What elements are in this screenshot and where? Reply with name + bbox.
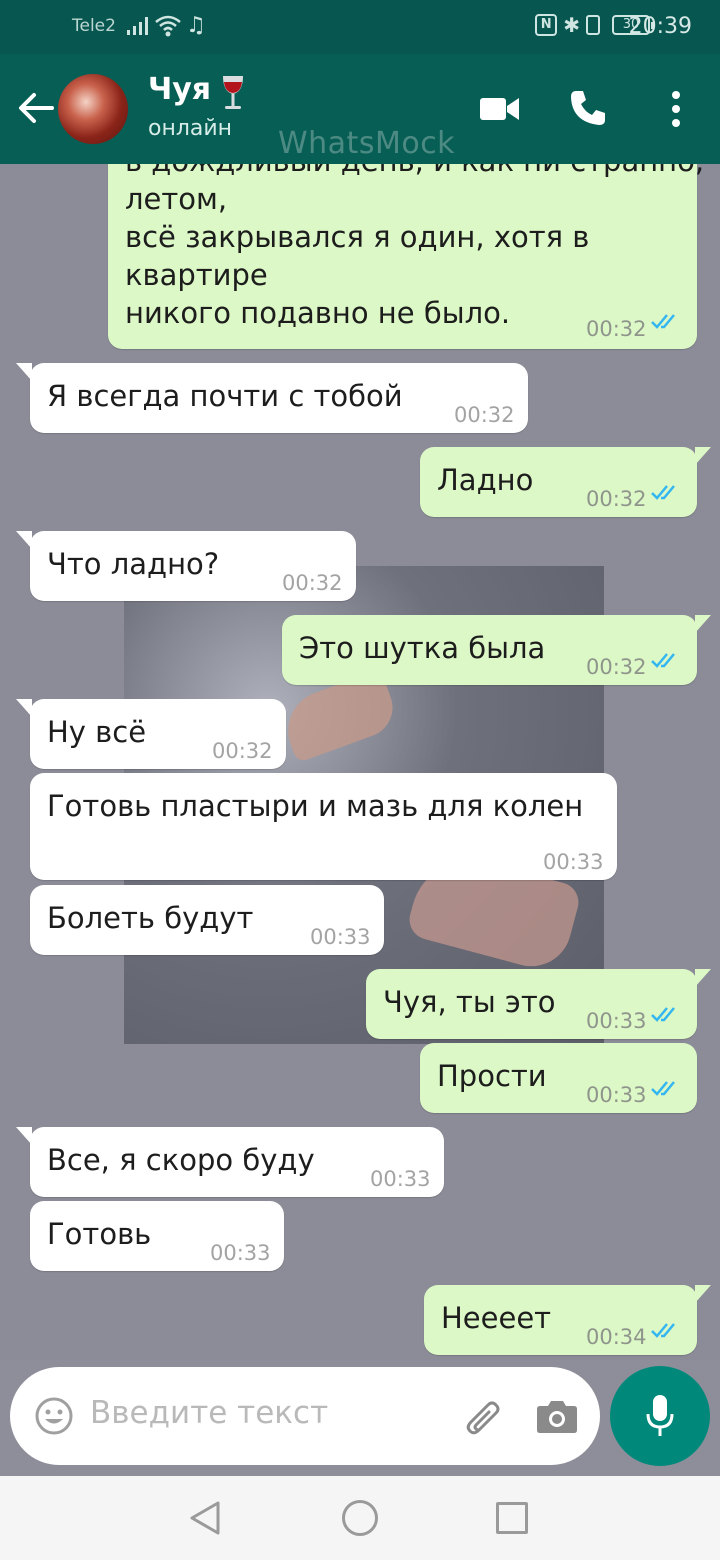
message-time: 00:32: [586, 655, 647, 679]
message-input[interactable]: Введите текст: [90, 1395, 328, 1431]
system-nav-bar: [0, 1476, 720, 1560]
contact-name[interactable]: Чуя: [148, 72, 211, 107]
message-outgoing[interactable]: Это шутка была 00:32: [282, 615, 711, 685]
message-line: квартире: [125, 258, 268, 292]
phone-call-icon[interactable]: [568, 88, 608, 128]
message-time: 00:32: [212, 739, 273, 763]
message-text: Ну всё: [47, 715, 147, 749]
message-text: Чуя, ты это: [383, 985, 556, 1019]
read-ticks-icon: [651, 1007, 675, 1022]
message-line: в дождливый день, и как ни странно,: [125, 164, 704, 180]
message-line: летом,: [125, 182, 228, 216]
read-ticks-icon: [651, 314, 675, 329]
presence-status: онлайн: [148, 116, 233, 141]
camera-icon[interactable]: [536, 1397, 578, 1435]
carrier-label: Tele2: [72, 16, 116, 36]
message-time: 00:33: [543, 850, 604, 874]
message-text: Болеть будут: [47, 901, 254, 935]
nav-back-icon[interactable]: [188, 1500, 222, 1536]
music-note-icon: ♫: [186, 13, 206, 38]
message-time: 00:33: [586, 1009, 647, 1033]
message-time: 00:33: [370, 1167, 431, 1191]
wine-glass-emoji: [223, 76, 243, 109]
mic-icon: [646, 1395, 674, 1436]
message-time: 00:32: [586, 487, 647, 511]
signal-icon: [127, 17, 148, 35]
message-text: Готовь пластыри и мазь для колен: [47, 789, 584, 823]
message-time: 00:34: [586, 1325, 647, 1349]
message-incoming[interactable]: Готовь пластыри и мазь для колен 00:33: [30, 773, 617, 880]
back-arrow-icon[interactable]: [16, 90, 56, 126]
clock: 20:39: [628, 14, 692, 39]
message-outgoing[interactable]: Неееет 00:34: [424, 1285, 711, 1355]
nav-home-icon[interactable]: [342, 1500, 378, 1536]
read-ticks-icon: [651, 485, 675, 500]
message-outgoing[interactable]: Ладно 00:32: [420, 447, 711, 517]
message-incoming[interactable]: Все, я скоро буду 00:33: [16, 1127, 444, 1197]
read-ticks-icon: [651, 1081, 675, 1096]
message-outgoing[interactable]: Чуя, ты это 00:33: [366, 969, 711, 1039]
read-ticks-icon: [651, 653, 675, 668]
avatar[interactable]: [58, 74, 128, 144]
wifi-icon: [155, 15, 181, 37]
message-text: Все, я скоро буду: [47, 1143, 315, 1177]
voice-record-button[interactable]: [610, 1366, 710, 1466]
vibrate-icon: [586, 15, 600, 35]
message-incoming[interactable]: Болеть будут 00:33: [30, 885, 384, 955]
nav-recents-icon[interactable]: [496, 1502, 528, 1534]
status-bar: Tele2 ♫ N ✱ 30 20:39: [0, 0, 720, 54]
message-time: 00:33: [586, 1083, 647, 1107]
message-outgoing[interactable]: Прости 00:33: [420, 1043, 697, 1113]
message-incoming[interactable]: Я всегда почти с тобой 00:32: [16, 363, 528, 433]
chat-header: Чуя онлайн WhatsMock: [0, 54, 720, 164]
message-text: Ладно: [437, 463, 534, 497]
message-time: 00:32: [586, 317, 647, 341]
nfc-icon: N: [535, 14, 558, 36]
more-options-icon[interactable]: [666, 90, 686, 128]
message-text: Я всегда почти с тобой: [47, 379, 403, 413]
watermark: WhatsMock: [278, 126, 456, 161]
video-call-icon[interactable]: [480, 96, 520, 122]
message-incoming[interactable]: Готовь 00:33: [30, 1201, 284, 1271]
message-text: Готовь: [47, 1217, 152, 1251]
message-time: 00:32: [454, 403, 515, 427]
message-time: 00:33: [210, 1241, 271, 1265]
message-incoming[interactable]: Что ладно? 00:32: [16, 531, 356, 601]
message-incoming[interactable]: Ну всё 00:32: [16, 699, 286, 769]
message-text: Что ладно?: [47, 547, 220, 581]
message-composer: Введите текст: [10, 1367, 600, 1465]
message-time: 00:32: [282, 571, 343, 595]
bluetooth-icon: ✱: [563, 13, 580, 37]
message-outgoing[interactable]: в дождливый день, и как ни странно, лето…: [108, 164, 704, 349]
message-text: Прости: [437, 1059, 547, 1093]
emoji-icon[interactable]: [34, 1396, 74, 1436]
chat-area[interactable]: в дождливый день, и как ни странно, лето…: [0, 164, 720, 1360]
attach-icon[interactable]: [458, 1395, 500, 1437]
message-line: всё закрывался я один, хотя в: [125, 220, 590, 254]
message-time: 00:33: [310, 925, 371, 949]
message-text: Это шутка была: [299, 631, 546, 665]
read-ticks-icon: [651, 1323, 675, 1338]
message-text: Неееет: [441, 1301, 552, 1335]
